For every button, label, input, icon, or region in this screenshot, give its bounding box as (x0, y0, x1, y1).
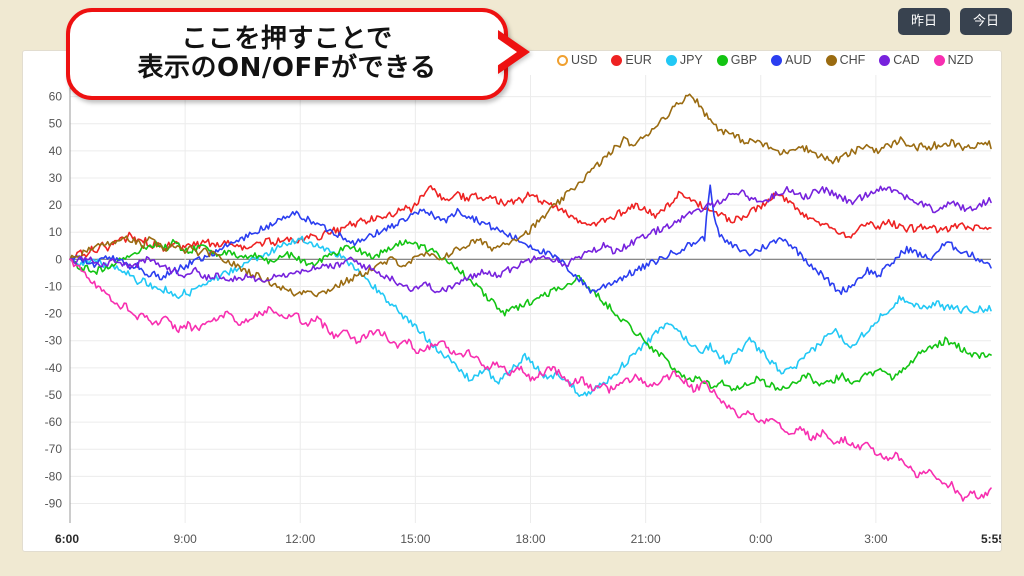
x-axis-tick-label: 6:00 (55, 532, 79, 546)
y-axis-tick-label: -60 (45, 415, 63, 429)
x-axis-tick-label: 15:00 (400, 532, 430, 546)
legend-dot-cad-icon[interactable] (879, 54, 891, 66)
day-toggle-bar: 昨日 今日 (897, 8, 1012, 35)
x-axis-tick-label: 9:00 (173, 532, 197, 546)
y-axis-tick-label: -40 (45, 361, 63, 375)
legend-label-usd: USD (571, 53, 598, 67)
legend-label-eur: EUR (625, 53, 652, 67)
y-axis-tick-label: 30 (49, 171, 63, 185)
y-axis-tick-label: 50 (49, 117, 63, 131)
legend-label-cad: CAD (893, 53, 920, 67)
callout-text: ここを押すことで 表示のON/OFFができる (66, 8, 508, 100)
legend-item-eur[interactable]: EUR (611, 53, 652, 67)
y-axis-tick-label: 20 (49, 198, 63, 212)
legend-label-chf: CHF (839, 53, 866, 67)
y-axis-tick-label: 0 (55, 252, 62, 266)
y-axis-tick-label: 10 (49, 225, 63, 239)
legend-item-usd[interactable]: USD (557, 54, 597, 67)
x-axis-tick-label: 3:00 (864, 532, 888, 546)
chart-legend: USD EUR JPY GBP AUD CHF CAD NZD (557, 54, 973, 67)
legend-item-cad[interactable]: CAD (879, 53, 920, 67)
legend-dot-chf-icon[interactable] (825, 54, 837, 66)
legend-dot-jpy-icon[interactable] (665, 54, 677, 66)
instruction-callout: ここを押すことで 表示のON/OFFができる (66, 8, 530, 100)
x-axis-tick-label: 5:55 (981, 532, 1002, 546)
legend-label-aud: AUD (785, 53, 812, 67)
plot-area: 60 50 40 30 20 10 0 -10 -20 -30 -40 -50 -60 -70 -80 -90… (23, 51, 1002, 551)
legend-item-gbp[interactable]: GBP (716, 53, 758, 67)
currency-strength-line-chart: 60 50 40 30 20 10 0 -10 -20 -30 -40 -50 -60 -70 -80 -90… (45, 75, 1002, 546)
legend-label-gbp: GBP (730, 53, 758, 67)
legend-label-jpy: JPY (679, 53, 703, 67)
chart-panel: USD EUR JPY GBP AUD CHF CAD NZD 60 50 40 30 20 10 0 -1… (22, 50, 1002, 552)
x-axis-tick-label: 21:00 (631, 532, 661, 546)
legend-item-nzd[interactable]: NZD (933, 53, 974, 67)
callout-line-2: 表示のON/OFFができる (137, 53, 437, 83)
legend-item-chf[interactable]: CHF (825, 53, 866, 67)
legend-item-jpy[interactable]: JPY (665, 53, 703, 67)
legend-item-aud[interactable]: AUD (771, 53, 812, 67)
y-axis-tick-label: -70 (45, 442, 63, 456)
legend-dot-gbp-icon[interactable] (716, 54, 728, 66)
x-axis-tick-label: 18:00 (515, 532, 545, 546)
legend-label-nzd: NZD (947, 53, 974, 67)
yesterday-button[interactable]: 昨日 (897, 8, 950, 35)
y-axis-tick-label: -50 (45, 388, 63, 402)
legend-dot-nzd-icon[interactable] (933, 54, 945, 66)
legend-dot-eur-icon[interactable] (611, 54, 623, 66)
legend-dot-usd-icon[interactable] (557, 54, 568, 66)
y-axis-tick-label: -90 (45, 496, 63, 510)
y-axis-tick-label: 60 (49, 90, 63, 104)
x-axis-tick-label: 12:00 (285, 532, 315, 546)
y-axis-tick-label: -10 (45, 279, 63, 293)
y-axis-tick-label: -80 (45, 469, 63, 483)
x-axis-tick-label: 0:00 (749, 532, 773, 546)
today-button[interactable]: 今日 (959, 8, 1012, 35)
callout-line-1: ここを押すことで (181, 23, 393, 54)
y-axis-tick-label: 40 (49, 144, 63, 158)
legend-dot-aud-icon[interactable] (771, 54, 783, 66)
y-axis-tick-label: -30 (45, 334, 63, 348)
y-axis-tick-label: -20 (45, 307, 63, 321)
